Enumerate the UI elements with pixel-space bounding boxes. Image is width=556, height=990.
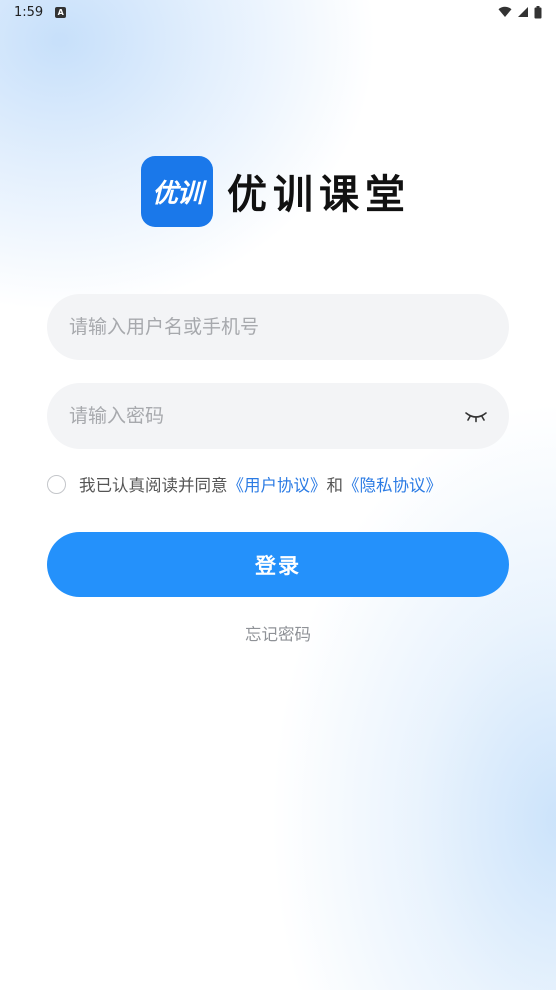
login-button[interactable]: 登录 xyxy=(47,532,509,597)
logo: 优训 优训课堂 xyxy=(141,155,411,227)
agreement-row: 我已认真阅读并同意 《用户协议》 和 《隐私协议》 xyxy=(47,471,442,497)
logo-badge-text: 优训 xyxy=(151,178,203,209)
status-time: 1:59 xyxy=(14,4,44,20)
eye-closed-icon[interactable] xyxy=(463,408,489,424)
agreement-and: 和 xyxy=(326,476,344,495)
status-right xyxy=(498,5,542,19)
forgot-password-link[interactable]: 忘记密码 xyxy=(0,621,556,645)
agreement-prefix: 我已认真阅读并同意 xyxy=(79,476,228,495)
wifi-icon xyxy=(498,6,512,18)
battery-icon xyxy=(534,5,542,18)
a-badge-icon: A xyxy=(55,6,67,18)
password-input[interactable] xyxy=(67,404,463,428)
privacy-policy-link[interactable]: 《隐私协议》 xyxy=(343,472,442,496)
user-agreement-link[interactable]: 《用户协议》 xyxy=(228,472,327,496)
logo-badge: 优训 xyxy=(141,155,213,227)
status-bar: 1:59 A xyxy=(0,0,556,24)
username-input[interactable] xyxy=(67,315,489,339)
password-field[interactable] xyxy=(47,383,509,449)
status-left: 1:59 A xyxy=(14,4,67,20)
agreement-checkbox[interactable] xyxy=(47,474,66,494)
app-name: 优训课堂 xyxy=(227,171,411,218)
signal-icon xyxy=(518,7,528,17)
username-field[interactable] xyxy=(47,294,509,360)
